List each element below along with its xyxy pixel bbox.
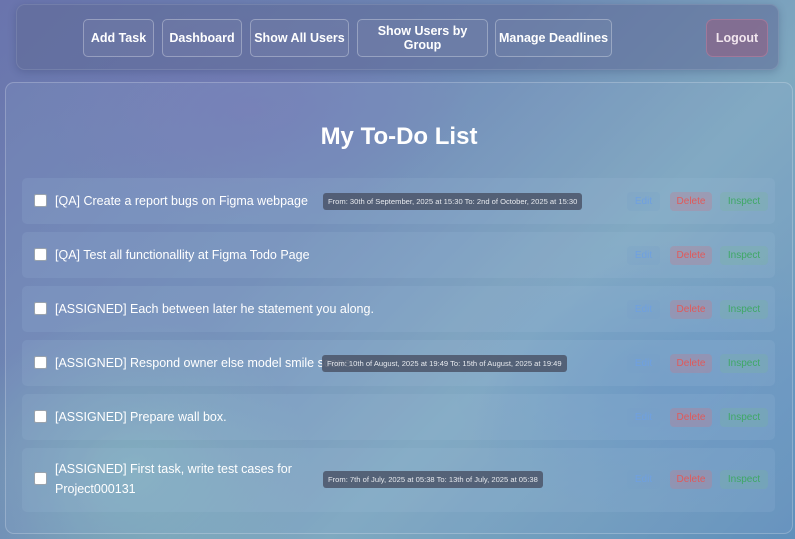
task-checkbox[interactable] — [34, 472, 47, 485]
delete-button[interactable]: Delete — [670, 300, 712, 319]
add-task-button[interactable]: Add Task — [83, 19, 154, 57]
top-navbar: Add Task Dashboard Show All Users Show U… — [16, 4, 779, 70]
todo-list-card: My To-Do List [QA] Create a report bugs … — [5, 82, 793, 534]
deadline-badge: From: 30th of September, 2025 at 15:30 T… — [323, 193, 583, 210]
task-text: [QA] Create a report bugs on Figma webpa… — [55, 194, 308, 208]
inspect-button[interactable]: Inspect — [720, 192, 768, 211]
task-item: [ASSIGNED] Respond owner else model smil… — [22, 340, 775, 386]
delete-button[interactable]: Delete — [670, 192, 712, 211]
delete-button[interactable]: Delete — [670, 246, 712, 265]
dashboard-button[interactable]: Dashboard — [162, 19, 242, 57]
edit-button[interactable]: Edit — [627, 192, 660, 211]
edit-button[interactable]: Edit — [627, 470, 660, 489]
inspect-button[interactable]: Inspect — [720, 408, 768, 427]
delete-button[interactable]: Delete — [670, 354, 712, 373]
task-text: [ASSIGNED] Prepare wall box. — [55, 410, 227, 424]
edit-button[interactable]: Edit — [627, 354, 660, 373]
task-checkbox[interactable] — [34, 194, 47, 207]
task-item: [QA] Test all functionallity at Figma To… — [22, 232, 775, 278]
task-text: [QA] Test all functionallity at Figma To… — [55, 248, 310, 262]
task-item: [ASSIGNED] First task, write test cases … — [22, 448, 775, 512]
logout-button[interactable]: Logout — [706, 19, 768, 57]
inspect-button[interactable]: Inspect — [720, 470, 768, 489]
task-item: [QA] Create a report bugs on Figma webpa… — [22, 178, 775, 224]
show-all-users-button[interactable]: Show All Users — [250, 19, 349, 57]
manage-deadlines-button[interactable]: Manage Deadlines — [495, 19, 612, 57]
task-text: [ASSIGNED] Each between later he stateme… — [55, 302, 374, 316]
task-text: [ASSIGNED] Respond owner else model smil… — [55, 356, 355, 370]
edit-button[interactable]: Edit — [627, 300, 660, 319]
delete-button[interactable]: Delete — [670, 470, 712, 489]
inspect-button[interactable]: Inspect — [720, 300, 768, 319]
task-checkbox[interactable] — [34, 356, 47, 369]
task-item: [ASSIGNED] Prepare wall box. Edit Delete… — [22, 394, 775, 440]
inspect-button[interactable]: Inspect — [720, 354, 768, 373]
show-users-by-group-button[interactable]: Show Users by Group — [357, 19, 488, 57]
delete-button[interactable]: Delete — [670, 408, 712, 427]
task-item: [ASSIGNED] Each between later he stateme… — [22, 286, 775, 332]
inspect-button[interactable]: Inspect — [720, 246, 768, 265]
page-title: My To-Do List — [320, 123, 478, 150]
deadline-badge: From: 7th of July, 2025 at 05:38 To: 13t… — [323, 471, 543, 488]
deadline-badge: From: 10th of August, 2025 at 19:49 To: … — [322, 355, 567, 372]
edit-button[interactable]: Edit — [627, 246, 660, 265]
edit-button[interactable]: Edit — [627, 408, 660, 427]
task-checkbox[interactable] — [34, 302, 47, 315]
task-text: [ASSIGNED] First task, write test cases … — [55, 462, 292, 496]
task-checkbox[interactable] — [34, 410, 47, 423]
task-checkbox[interactable] — [34, 248, 47, 261]
